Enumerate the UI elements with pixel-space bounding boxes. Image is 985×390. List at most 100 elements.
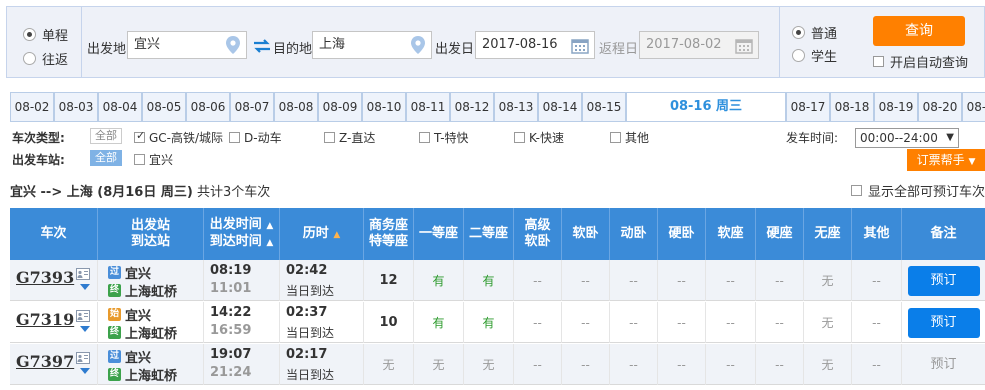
seat-availability[interactable]: 无 xyxy=(804,302,852,343)
seat-availability[interactable]: 无 xyxy=(464,344,514,385)
train-number-link[interactable]: G7319 xyxy=(16,310,74,329)
trip-type-roundtrip-radio[interactable]: 往返 xyxy=(23,49,68,68)
station-checkbox[interactable]: 宜兴 xyxy=(134,151,173,168)
seat-availability[interactable]: 有 xyxy=(414,260,464,301)
train-type-all-button[interactable]: 全部 xyxy=(90,128,122,144)
seat-availability[interactable]: -- xyxy=(514,344,562,385)
depart-time-select[interactable]: 00:00--24:00 ▼ xyxy=(855,128,959,148)
date-tab[interactable]: 08-07 xyxy=(230,92,274,122)
auto-query-checkbox[interactable]: 开启自动查询 xyxy=(873,52,968,71)
book-button[interactable]: 预订 xyxy=(908,350,980,380)
seat-availability[interactable]: -- xyxy=(852,344,902,385)
seat-availability[interactable]: -- xyxy=(658,344,706,385)
seat-availability[interactable]: -- xyxy=(658,260,706,301)
seat-availability[interactable]: 无 xyxy=(804,344,852,385)
seat-availability[interactable]: 无 xyxy=(414,344,464,385)
seat-availability[interactable]: -- xyxy=(610,260,658,301)
train-number-link[interactable]: G7397 xyxy=(16,352,74,371)
train-number-link[interactable]: G7393 xyxy=(16,268,74,287)
date-tab[interactable]: 08-05 xyxy=(142,92,186,122)
seat-availability[interactable]: -- xyxy=(706,344,756,385)
seat-availability[interactable]: -- xyxy=(562,302,610,343)
date-tab[interactable]: 08-17 xyxy=(786,92,830,122)
to-station-input[interactable]: 上海 xyxy=(312,31,432,59)
seat-availability[interactable]: -- xyxy=(756,260,804,301)
stop-info-icon[interactable] xyxy=(76,310,90,322)
col-station[interactable]: 出发站 到达站 xyxy=(98,208,204,260)
trip-type-oneway-radio[interactable]: 单程 xyxy=(23,25,68,44)
passenger-normal-radio[interactable]: 普通 xyxy=(792,23,837,42)
seat-availability[interactable]: -- xyxy=(610,302,658,343)
calendar-icon[interactable] xyxy=(571,37,589,54)
date-tab[interactable]: 08-08 xyxy=(274,92,318,122)
depart-time-value: 00:00--24:00 xyxy=(860,131,938,145)
expand-arrow-icon[interactable] xyxy=(80,368,90,374)
seat-availability[interactable]: -- xyxy=(756,344,804,385)
train-type-checkbox[interactable]: T-特快 xyxy=(419,129,469,146)
depart-date-value: 2017-08-16 xyxy=(482,37,558,52)
book-button[interactable]: 预订 xyxy=(907,307,980,338)
train-type-checkbox[interactable]: Z-直达 xyxy=(324,129,375,146)
seat-availability[interactable]: -- xyxy=(706,302,756,343)
date-tab[interactable]: 08-02 xyxy=(10,92,54,122)
train-type-checkbox[interactable]: ✓ GC-高铁/城际 xyxy=(134,129,223,146)
seat-availability[interactable]: 10 xyxy=(364,302,414,343)
seat-availability[interactable]: -- xyxy=(514,260,562,301)
date-tab[interactable]: 08-10 xyxy=(362,92,406,122)
date-tab[interactable]: 08-16 周三 xyxy=(626,92,786,122)
date-tab[interactable]: 08-12 xyxy=(450,92,494,122)
expand-arrow-icon[interactable] xyxy=(80,326,90,332)
date-tab[interactable]: 08-11 xyxy=(406,92,450,122)
station-all-button[interactable]: 全部 xyxy=(90,150,122,166)
depart-date-input[interactable]: 2017-08-16 xyxy=(475,31,595,59)
seat-availability[interactable]: -- xyxy=(562,344,610,385)
seat-availability[interactable]: 有 xyxy=(414,302,464,343)
date-tab[interactable]: 08-18 xyxy=(830,92,874,122)
date-tab[interactable]: 08-19 xyxy=(874,92,918,122)
seat-availability[interactable]: -- xyxy=(706,260,756,301)
book-button[interactable]: 预订 xyxy=(907,265,980,296)
seat-availability[interactable]: -- xyxy=(658,302,706,343)
return-date-input[interactable]: 2017-08-02 xyxy=(639,31,759,59)
train-type-checkbox[interactable]: 其他 xyxy=(610,129,649,146)
col-time[interactable]: 出发时间 ▲ 到达时间 ▲ xyxy=(204,208,280,260)
date-tab[interactable]: 08-21 xyxy=(962,92,985,122)
date-tab[interactable]: 08-03 xyxy=(54,92,98,122)
seat-availability[interactable]: 12 xyxy=(364,260,414,301)
seat-availability[interactable]: -- xyxy=(852,260,902,301)
stop-info-icon[interactable] xyxy=(76,268,90,280)
date-tab[interactable]: 08-20 xyxy=(918,92,962,122)
date-tab[interactable]: 08-13 xyxy=(494,92,538,122)
show-all-checkbox[interactable]: 显示全部可预订车次 xyxy=(851,181,985,200)
seat-availability[interactable]: -- xyxy=(756,302,804,343)
date-tab[interactable]: 08-09 xyxy=(318,92,362,122)
date-tab[interactable]: 08-06 xyxy=(186,92,230,122)
col-hard-sleeper: 硬卧 xyxy=(658,208,706,260)
query-button[interactable]: 查询 xyxy=(873,16,965,46)
train-type-checkbox[interactable]: K-快速 xyxy=(514,129,564,146)
passenger-student-radio[interactable]: 学生 xyxy=(792,46,837,65)
swap-icon[interactable] xyxy=(253,38,271,54)
date-tab[interactable]: 08-04 xyxy=(98,92,142,122)
trip-type-label: 往返 xyxy=(42,53,69,68)
col-duration[interactable]: 历时 ▲ xyxy=(280,208,364,260)
seat-availability[interactable]: -- xyxy=(852,302,902,343)
seat-availability[interactable]: -- xyxy=(562,260,610,301)
calendar-icon[interactable] xyxy=(735,37,753,54)
stop-info-icon[interactable] xyxy=(76,352,90,364)
date-tab[interactable]: 08-14 xyxy=(538,92,582,122)
seat-availability[interactable]: -- xyxy=(514,302,562,343)
seat-availability[interactable]: 有 xyxy=(464,260,514,301)
seat-availability[interactable]: 有 xyxy=(464,302,514,343)
booking-helper-button[interactable]: 订票帮手 ▼ xyxy=(907,149,985,171)
to-station: 上海虹桥 xyxy=(125,285,178,300)
radio-icon xyxy=(792,49,805,62)
seat-availability[interactable]: -- xyxy=(610,344,658,385)
expand-arrow-icon[interactable] xyxy=(80,284,90,290)
train-type-checkbox[interactable]: D-动车 xyxy=(229,129,282,146)
seat-availability[interactable]: 无 xyxy=(804,260,852,301)
station-tag-icon: 终 xyxy=(108,326,121,339)
from-station-input[interactable]: 宜兴 xyxy=(127,31,247,59)
seat-availability[interactable]: 无 xyxy=(364,344,414,385)
date-tab[interactable]: 08-15 xyxy=(582,92,626,122)
